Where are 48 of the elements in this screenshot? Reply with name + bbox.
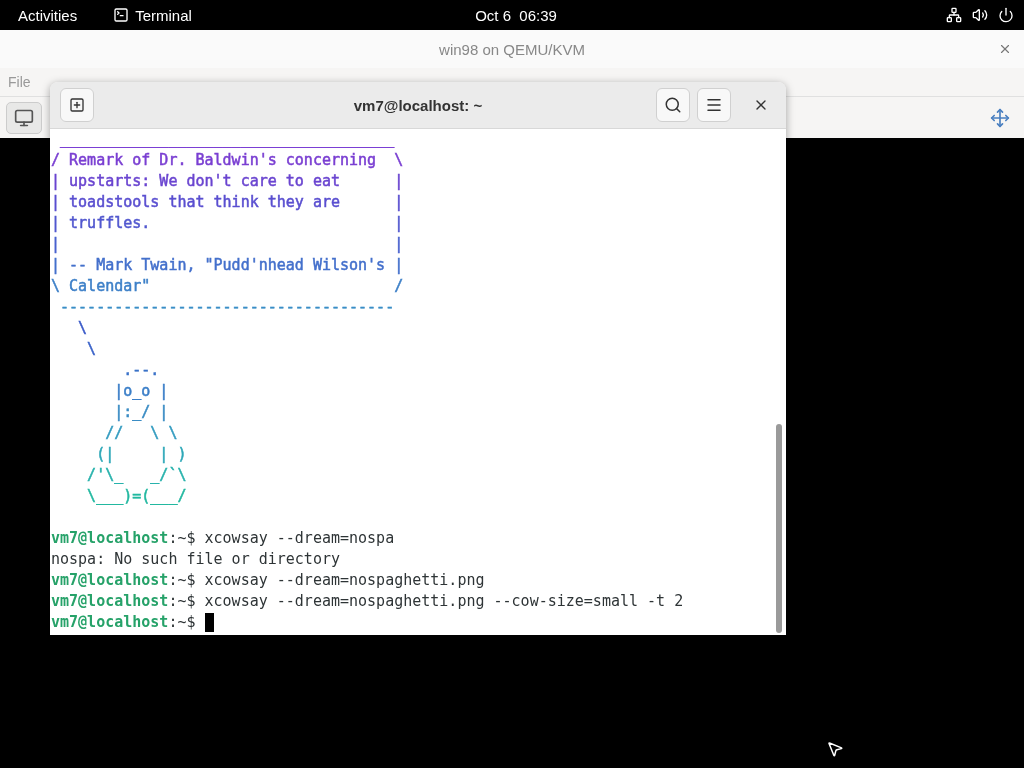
ascii-art-line: /'\_ _/`\ xyxy=(86,465,187,486)
monitor-icon xyxy=(14,107,34,128)
ascii-art-line: \ xyxy=(86,339,97,360)
ascii-art-line: / Remark of Dr. Baldwin's concerning \ xyxy=(51,150,404,171)
volume-icon[interactable] xyxy=(972,7,988,23)
clock[interactable]: Oct 6 06:39 xyxy=(475,6,557,24)
prompt-user: vm7@localhost xyxy=(51,591,169,612)
ascii-art-line: | -- Mark Twain, "Pudd'nhead Wilson's | xyxy=(51,255,404,276)
ascii-art-line: (| | ) xyxy=(95,444,187,465)
power-icon[interactable] xyxy=(998,7,1014,23)
ascii-art-line: | truffles. | xyxy=(51,213,404,234)
ascii-art-line: \___)=(___/ xyxy=(86,486,187,507)
ascii-art-line: \ Calendar" / xyxy=(51,276,404,297)
mouse-pointer-icon xyxy=(826,740,844,758)
fullscreen-icon[interactable] xyxy=(990,107,1010,128)
activities-button[interactable]: Activities xyxy=(18,6,78,24)
ascii-art-line: _____________________________________ xyxy=(59,129,395,150)
menu-icon xyxy=(705,96,723,114)
window-title: vm7@localhost: ~ xyxy=(353,96,483,114)
ascii-art-line: | toadstools that think they are | xyxy=(51,192,404,213)
command-text: :~$ xcowsay --dream=nospaghetti.png xyxy=(168,570,485,591)
console-button[interactable] xyxy=(6,101,42,134)
ascii-art-line: | upstarts: We don't care to eat | xyxy=(51,171,404,192)
ascii-art-line: .--. xyxy=(122,360,160,381)
prompt-user: vm7@localhost xyxy=(51,528,169,549)
menu-button[interactable] xyxy=(697,88,731,122)
command-text: :~$ xyxy=(168,612,196,633)
ascii-art-line: \ xyxy=(77,318,88,339)
ascii-art-line: // \ \ xyxy=(104,423,178,444)
new-tab-button[interactable] xyxy=(60,88,94,122)
terminal-icon xyxy=(113,7,130,23)
ascii-art-line: ------------------------------------- xyxy=(59,297,395,318)
output-line: nospa: No such file or directory xyxy=(51,549,340,570)
prompt-user: vm7@localhost xyxy=(51,612,169,633)
prompt-user: vm7@localhost xyxy=(51,570,169,591)
app-menu-label[interactable]: Terminal xyxy=(135,6,192,24)
window-title: win98 on QEMU/KVM xyxy=(439,40,585,58)
ascii-art-line: |o_o | xyxy=(113,381,169,402)
ascii-art-line: | | xyxy=(51,234,404,255)
network-icon[interactable] xyxy=(946,7,962,23)
scrollbar-thumb[interactable] xyxy=(776,424,782,633)
ascii-art-line: |:_/ | xyxy=(113,402,169,423)
command-text: :~$ xcowsay --dream=nospa xyxy=(168,528,395,549)
search-button[interactable] xyxy=(656,88,690,122)
plus-icon xyxy=(69,97,85,113)
search-icon xyxy=(664,96,682,114)
command-text: :~$ xcowsay --dream=nospaghetti.png --cow-size=small -t 2 xyxy=(168,591,684,612)
close-icon[interactable] xyxy=(998,42,1012,56)
